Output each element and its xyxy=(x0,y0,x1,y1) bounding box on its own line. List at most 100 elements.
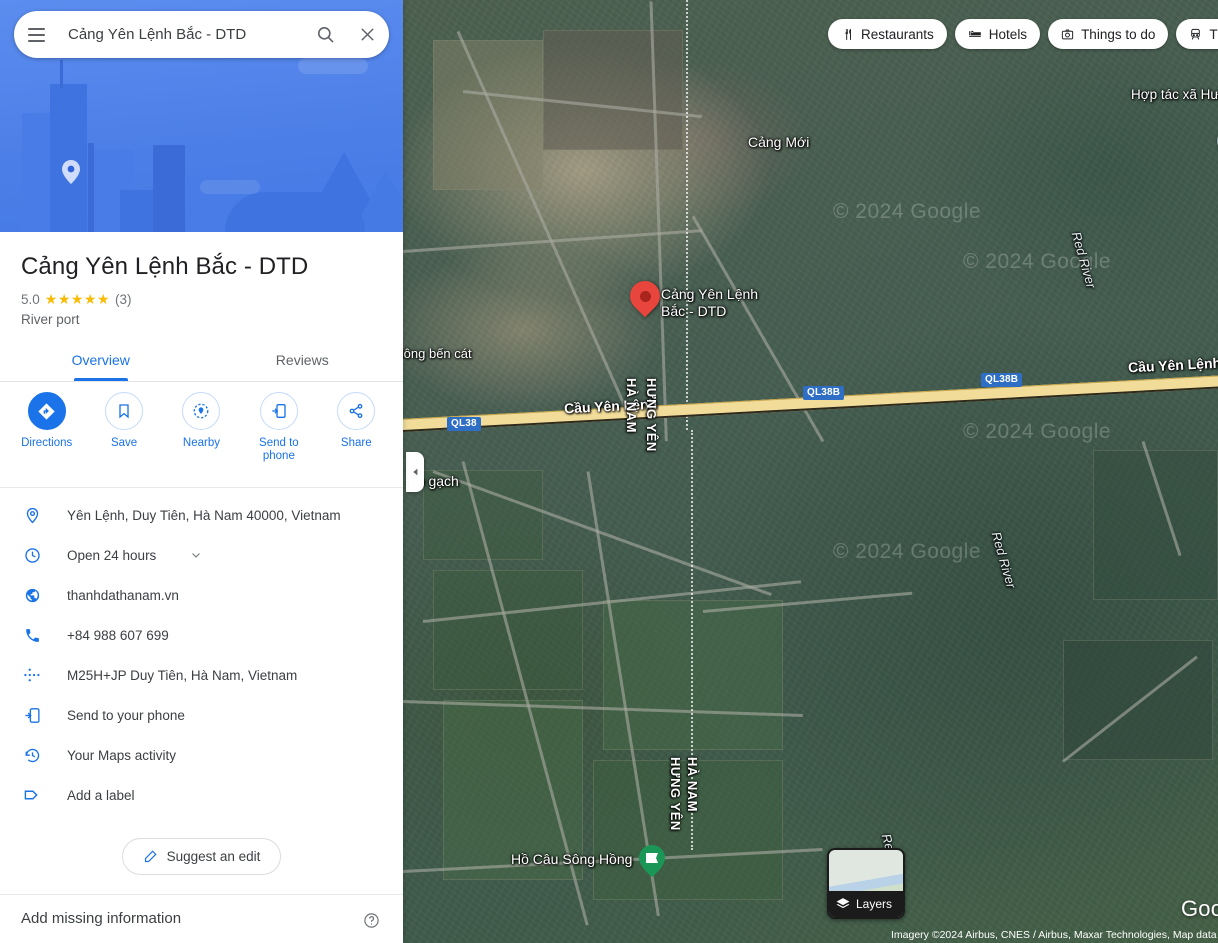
plus-code-text: M25H+JP Duy Tiên, Hà Nam, Vietnam xyxy=(67,667,298,683)
send-to-phone-row-text: Send to your phone xyxy=(67,707,185,723)
google-maps-app: © 2024 Google © 2024 Google © 2024 Googl… xyxy=(0,0,1218,943)
save-label: Save xyxy=(110,437,138,449)
google-logo-watermark: Google xyxy=(1181,896,1218,921)
map-marker-ho-cau-song-hong[interactable] xyxy=(639,845,665,877)
province-border xyxy=(686,0,688,430)
close-icon xyxy=(360,28,374,41)
menu-line xyxy=(27,27,45,30)
map-label-hung-yen: HƯNG YÊN xyxy=(668,757,683,831)
chip-label: Things to do xyxy=(1081,26,1156,42)
hero-cloud xyxy=(200,180,260,194)
share-button-circle xyxy=(337,392,376,430)
hero-building xyxy=(60,60,63,88)
layers-widget[interactable]: Layers xyxy=(827,848,905,919)
info-row-website[interactable]: thanhdathanam.vn xyxy=(0,575,403,615)
map-marker-cang-yen-lenh-bac-dtd[interactable] xyxy=(623,274,667,325)
map-label-cang-yen-lenh: Cảng Yên Lệnh xyxy=(661,286,759,302)
tab-label: Overview xyxy=(71,352,130,368)
hours-text: Open 24 hours xyxy=(67,547,157,563)
phone-text: +84 988 607 699 xyxy=(67,627,169,643)
road-shield-ql38b: QL38B xyxy=(803,386,845,400)
tab-reviews[interactable]: Reviews xyxy=(202,344,404,381)
directions-button[interactable]: Directions xyxy=(13,392,81,463)
hero-pin-icon xyxy=(62,160,80,184)
help-circle-icon[interactable] xyxy=(363,912,380,929)
share-icon xyxy=(349,403,363,419)
camera-icon xyxy=(1061,28,1074,39)
chevron-down-icon[interactable] xyxy=(190,549,202,561)
map-label-hung-yen: HƯNG YÊN xyxy=(644,378,659,452)
rating-value: 5.0 xyxy=(21,292,40,307)
menu-line xyxy=(27,33,45,36)
info-row-plus-code[interactable]: M25H+JP Duy Tiên, Hà Nam, Vietnam xyxy=(0,655,403,695)
layers-bar[interactable]: Layers xyxy=(829,891,903,917)
hamburger-menu-icon[interactable] xyxy=(14,27,58,42)
nearby-button[interactable]: Nearby xyxy=(167,392,235,463)
info-row-send-to-phone[interactable]: Send to your phone xyxy=(0,695,403,735)
google-watermark: © 2024 Google xyxy=(963,420,1112,443)
share-button[interactable]: Share xyxy=(322,392,390,463)
restaurant-icon xyxy=(845,28,851,40)
sidebar-collapse-button[interactable] xyxy=(406,452,424,492)
imagery-credit: Imagery ©2024 Airbus, CNES / Airbus, Max… xyxy=(891,928,1218,941)
chip-transit[interactable]: Transit xyxy=(1176,19,1218,49)
info-row-address[interactable]: Yên Lệnh, Duy Tiên, Hà Nam 40000, Vietna… xyxy=(0,495,403,535)
google-watermark: © 2024 Google xyxy=(833,200,982,223)
add-missing-information-heading[interactable]: Add missing information xyxy=(21,910,181,927)
search-icon xyxy=(317,26,334,43)
review-count[interactable]: (3) xyxy=(115,292,132,307)
history-clock-icon xyxy=(21,747,43,764)
send-to-phone-button[interactable]: Send to phone xyxy=(245,392,313,463)
chip-restaurants[interactable]: Restaurants xyxy=(828,19,947,49)
clear-search-button[interactable] xyxy=(345,26,389,43)
directions-label: Directions xyxy=(21,437,73,449)
info-row-hours[interactable]: Open 24 hours xyxy=(0,535,403,575)
search-input[interactable] xyxy=(68,26,305,43)
hero-cloud xyxy=(298,58,368,74)
tab-bar[interactable]: Overview Reviews xyxy=(0,344,403,382)
chip-hotels[interactable]: Hotels xyxy=(954,19,1041,49)
category-chips[interactable]: Restaurants Hotels Things to do T xyxy=(828,19,1218,49)
road-shield-ql38b: QL38B xyxy=(981,373,1023,387)
map-label-song-ben-cat: Sông bến cát xyxy=(403,346,472,361)
map-canvas[interactable]: © 2024 Google © 2024 Google © 2024 Googl… xyxy=(403,0,1218,943)
directions-button-circle xyxy=(27,392,66,430)
place-info-list[interactable]: Yên Lệnh, Duy Tiên, Hà Nam 40000, Vietna… xyxy=(0,495,403,815)
label-tag-icon xyxy=(21,786,43,804)
save-button[interactable]: Save xyxy=(90,392,158,463)
tab-overview[interactable]: Overview xyxy=(0,344,202,381)
send-to-phone-icon xyxy=(21,707,43,724)
transit-train-icon xyxy=(1191,28,1201,40)
globe-icon xyxy=(21,587,43,604)
clock-icon xyxy=(21,547,43,564)
chevron-left-icon xyxy=(412,468,417,476)
action-buttons[interactable]: Directions Save Nearby Send to phone Sha… xyxy=(0,392,403,463)
nearby-search-icon xyxy=(194,403,209,419)
info-row-maps-activity[interactable]: Your Maps activity xyxy=(0,735,403,775)
menu-line xyxy=(27,39,45,42)
suggest-edit-wrapper: Suggest an edit xyxy=(0,838,403,875)
map-label-ho-cau-song-hong: Hồ Câu Sông Hồng xyxy=(511,851,633,867)
layers-label: Layers xyxy=(856,897,893,911)
address-text: Yên Lệnh, Duy Tiên, Hà Nam 40000, Vietna… xyxy=(67,507,341,523)
hero-hill xyxy=(225,192,365,232)
chip-label: Hotels xyxy=(988,26,1028,42)
nearby-label: Nearby xyxy=(182,437,220,449)
phone-icon xyxy=(21,627,43,644)
search-bar[interactable] xyxy=(14,11,389,58)
location-pin-icon xyxy=(21,507,43,524)
tab-label: Reviews xyxy=(275,352,329,368)
map-parcel xyxy=(1093,450,1218,600)
map-parcel xyxy=(433,40,543,190)
suggest-an-edit-button[interactable]: Suggest an edit xyxy=(121,838,282,875)
info-row-phone[interactable]: +84 988 607 699 xyxy=(0,615,403,655)
rating-row: 5.0 ★★★★★ (3) xyxy=(21,291,132,308)
send-to-phone-button-circle xyxy=(259,392,298,430)
place-details-panel: Cảng Yên Lệnh Bắc - DTD 5.0 ★★★★★ (3) Ri… xyxy=(0,0,403,943)
rating-stars: ★★★★★ xyxy=(44,291,111,307)
info-row-add-label[interactable]: Add a label xyxy=(0,775,403,815)
search-icon-button[interactable] xyxy=(305,25,345,44)
add-label-text: Add a label xyxy=(67,787,135,803)
plus-code-icon xyxy=(21,666,43,684)
chip-things-to-do[interactable]: Things to do xyxy=(1048,19,1169,49)
